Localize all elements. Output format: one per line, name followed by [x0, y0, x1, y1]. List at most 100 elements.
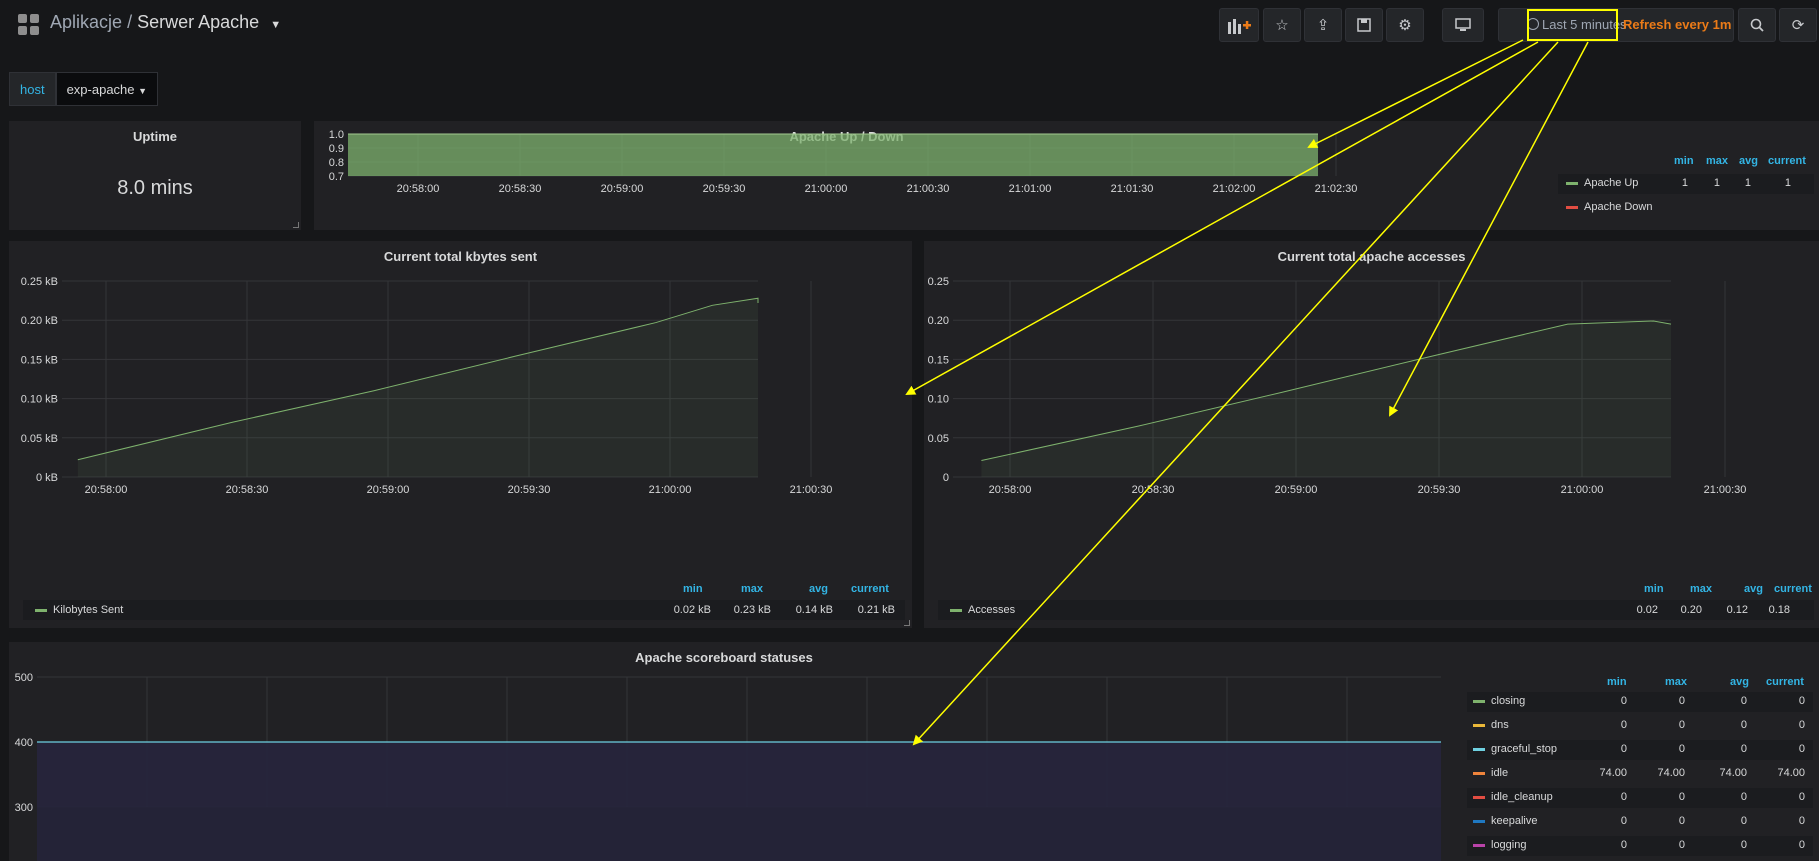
folder-name[interactable]: Aplikacje	[50, 12, 122, 32]
panel-apache-accesses[interactable]: Current total apache accesses 0.25 0.20 0.…	[924, 241, 1819, 628]
panel-scoreboard[interactable]: Apache scoreboard statuses 500 400 300 min…	[9, 642, 1819, 861]
x-tick-label: 20:58:30	[1132, 484, 1175, 496]
x-tick-label: 20:58:30	[226, 484, 269, 496]
refresh-interval[interactable]: Refresh every 1m	[1623, 17, 1731, 32]
legend-header-avg: avg	[1744, 583, 1763, 595]
dashboard-name[interactable]: Serwer Apache	[137, 12, 259, 32]
legend-current: 0	[1798, 695, 1805, 707]
legend-header-min: min	[1644, 583, 1664, 595]
legend-item-idle[interactable]: idle	[1473, 767, 1508, 779]
legend-current: 0	[1798, 743, 1805, 755]
save-icon	[1357, 18, 1371, 32]
x-tick-label: 20:59:30	[703, 183, 746, 195]
legend-min: 1	[1681, 177, 1688, 189]
legend-item-closing[interactable]: closing	[1473, 695, 1525, 707]
legend-max: 0	[1678, 695, 1685, 707]
legend-item-logging[interactable]: logging	[1473, 839, 1526, 851]
add-panel-button[interactable]	[1219, 8, 1259, 42]
legend-item-graceful-stop[interactable]: graceful_stop	[1473, 743, 1557, 755]
legend-swatch	[1473, 795, 1485, 799]
chevron-down-icon[interactable]: ▼	[270, 19, 281, 31]
legend-label: closing	[1491, 695, 1526, 707]
star-button[interactable]: ☆	[1263, 8, 1301, 42]
legend-header-current: current	[1768, 155, 1806, 167]
dashboard-title[interactable]: Aplikacje / Serwer Apache ▼	[50, 12, 281, 33]
legend-item-idle-cleanup[interactable]: idle_cleanup	[1473, 791, 1553, 803]
legend-item-keepalive[interactable]: keepalive	[1473, 815, 1537, 827]
legend-label: Kilobytes Sent	[53, 604, 124, 616]
legend-current: 0	[1798, 839, 1805, 851]
legend-swatch	[1473, 819, 1485, 823]
variable-label-host: host	[9, 72, 56, 106]
legend-header-current: current	[851, 583, 889, 595]
refresh-button[interactable]: ⟳	[1779, 8, 1817, 42]
legend-header-current: current	[1774, 583, 1812, 595]
legend-max: 0	[1678, 743, 1685, 755]
legend-avg: 0	[1740, 839, 1747, 851]
resize-handle[interactable]	[293, 222, 299, 228]
resize-handle[interactable]	[904, 620, 910, 626]
legend-label: logging	[1491, 839, 1527, 851]
stacked-area-fill	[37, 742, 1441, 861]
legend-max: 0.23 kB	[733, 604, 771, 616]
y-tick-label: 0.9	[329, 143, 344, 155]
legend-item-apache-up[interactable]: Apache Up	[1566, 177, 1638, 189]
save-button[interactable]	[1345, 8, 1383, 42]
legend-min: 0	[1620, 791, 1627, 803]
legend-header-max: max	[1706, 155, 1729, 167]
legend-max: 0	[1678, 719, 1685, 731]
x-tick-label: 21:02:30	[1315, 183, 1358, 195]
legend-avg: 0	[1740, 719, 1747, 731]
legend-min: 0	[1620, 719, 1627, 731]
legend-avg: 0	[1740, 695, 1747, 707]
legend-max: 0	[1678, 839, 1685, 851]
panel-kbytes-sent[interactable]: Current total kbytes sent 0.25 kB 0.20 kB…	[9, 241, 912, 628]
legend-item-apache-down[interactable]: Apache Down	[1566, 201, 1653, 213]
variable-select-host[interactable]: exp-apache ▼	[55, 72, 159, 106]
legend-avg: 0.14 kB	[795, 604, 833, 616]
panel-uptime[interactable]: Uptime 8.0 mins	[9, 121, 301, 230]
legend-max: 0.20	[1680, 604, 1702, 616]
y-tick-label: 0	[943, 472, 949, 484]
legend-label: Accesses	[968, 604, 1016, 616]
x-tick-label: 20:59:30	[1418, 484, 1461, 496]
legend-label: Apache Down	[1584, 201, 1653, 213]
panel-apache-up-down[interactable]: Apache Up / Down 1.00.90.80.720:58:0020:…	[314, 121, 1819, 230]
settings-button[interactable]: ⚙	[1386, 8, 1424, 42]
accesses-chart: 0.25 0.20 0.15 0.10 0.05 0 20:58:00 20:58:30 20:…	[928, 276, 1747, 496]
x-tick-label: 20:58:30	[499, 183, 542, 195]
legend-item-dns[interactable]: dns	[1473, 719, 1509, 731]
legend-avg: 0.12	[1726, 604, 1748, 616]
y-tick-label: 0.25 kB	[21, 276, 58, 288]
y-tick-label: 0.20	[928, 315, 949, 327]
x-tick-label: 21:02:00	[1213, 183, 1256, 195]
panel-title[interactable]: Uptime	[9, 129, 301, 144]
legend-max: 74.00	[1657, 767, 1685, 779]
y-tick-label: 0.05	[928, 433, 949, 445]
add-panel-icon	[1228, 19, 1251, 34]
legend-swatch	[1473, 771, 1485, 775]
share-button[interactable]: ⇪	[1304, 8, 1342, 42]
legend-max: 0	[1678, 791, 1685, 803]
refresh-icon: ⟳	[1791, 17, 1805, 34]
x-tick-label: 21:00:00	[1561, 484, 1604, 496]
legend-label: keepalive	[1491, 815, 1538, 827]
x-tick-label: 21:01:00	[1009, 183, 1052, 195]
tv-mode-button[interactable]	[1442, 8, 1484, 42]
zoom-out-button[interactable]	[1738, 8, 1776, 42]
legend-swatch	[35, 608, 47, 612]
legend-current: 0.18	[1768, 604, 1790, 616]
y-tick-label: 300	[15, 802, 33, 814]
legend-swatch	[1473, 843, 1485, 847]
legend-current: 0	[1798, 791, 1805, 803]
legend-swatch	[1566, 205, 1578, 209]
legend-swatch	[1566, 181, 1578, 185]
legend-min: 0	[1620, 815, 1627, 827]
y-tick-label: 0.7	[329, 171, 344, 183]
legend-item-accesses[interactable]: Accesses	[950, 604, 1015, 616]
legend-item-kilobytes-sent[interactable]: Kilobytes Sent	[35, 604, 123, 616]
updown-chart: 1.0 0.9 0.8 0.7 20:58:00 20:58:30 20:59:00 20:5…	[329, 129, 1358, 195]
y-tick-label: 0.25	[928, 276, 949, 288]
dashboards-grid-icon[interactable]	[18, 14, 40, 36]
legend-min: 0	[1620, 839, 1627, 851]
